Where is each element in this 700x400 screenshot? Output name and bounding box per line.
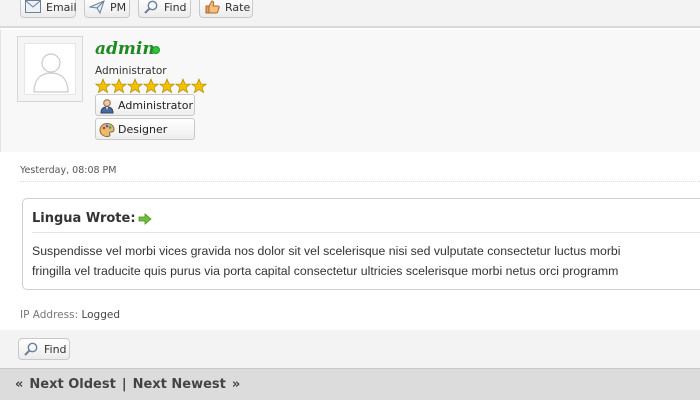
pm-label: PM (110, 0, 127, 14)
administrator-icon (99, 98, 115, 114)
divider (32, 232, 700, 233)
thread-navigation: « Next Oldest | Next Newest » (0, 368, 700, 400)
star-icon (175, 78, 191, 94)
jump-to-quote-arrow-icon[interactable] (138, 212, 152, 225)
group-badge-administrator: Administrator (95, 94, 195, 116)
prev-arrow: « (15, 377, 24, 392)
post-actions: Find (0, 330, 700, 368)
quote-author: Lingua Wrote: (32, 211, 136, 226)
search-icon (23, 342, 39, 356)
paper-plane-icon (89, 0, 105, 14)
quote-line: fringilla vel traducite quis purus via p… (32, 264, 619, 278)
user-title: Administrator (95, 65, 167, 77)
quote-text: Suspendisse vel morbi vices gravida nos … (32, 241, 700, 281)
search-icon (143, 0, 159, 14)
star-icon (127, 78, 143, 94)
quote-line: Suspendisse vel morbi vices gravida nos … (32, 244, 621, 258)
group-badge-designer: Designer (95, 118, 195, 140)
email-button[interactable]: Email (20, 0, 77, 18)
post-toolbar: Email PM Find Rate (0, 0, 700, 28)
find-button-bottom[interactable]: Find (18, 338, 70, 360)
rate-button[interactable]: Rate (199, 0, 253, 18)
ip-label: IP Address: (20, 309, 79, 321)
divider (20, 181, 700, 182)
online-status-icon (152, 46, 160, 54)
nav-separator: | (121, 377, 127, 392)
palette-icon (99, 122, 115, 138)
star-icon (191, 78, 207, 94)
star-icon (143, 78, 159, 94)
email-label: Email (46, 0, 77, 14)
find-button-top[interactable]: Find (138, 0, 191, 18)
star-icon (95, 78, 111, 94)
ip-address: IP Address: Logged (20, 309, 120, 321)
next-oldest-link[interactable]: Next Oldest (29, 377, 115, 392)
post-date: Yesterday, 08:08 PM (20, 165, 117, 176)
default-avatar-icon (24, 43, 76, 95)
star-icon (111, 78, 127, 94)
user-stars (95, 78, 207, 94)
thumbs-up-icon (204, 0, 220, 14)
next-newest-link[interactable]: Next Newest (133, 377, 226, 392)
rate-label: Rate (225, 0, 251, 14)
quote-block: Lingua Wrote: Suspendisse vel morbi vice… (22, 198, 700, 290)
envelope-icon (25, 0, 41, 14)
find-label-bottom: Find (44, 342, 67, 356)
quote-header: Lingua Wrote: (32, 211, 152, 226)
ip-value: Logged (81, 309, 121, 321)
group-label-designer: Designer (118, 122, 168, 136)
group-label-administrator: Administrator (118, 98, 193, 112)
post-author: admin Administrator Administrator Design… (0, 30, 700, 152)
avatar[interactable] (17, 36, 83, 102)
pm-button[interactable]: PM (84, 0, 130, 18)
find-label-top: Find (164, 0, 187, 14)
username[interactable]: admin (95, 39, 155, 59)
star-icon (159, 78, 175, 94)
next-arrow: » (231, 377, 241, 392)
